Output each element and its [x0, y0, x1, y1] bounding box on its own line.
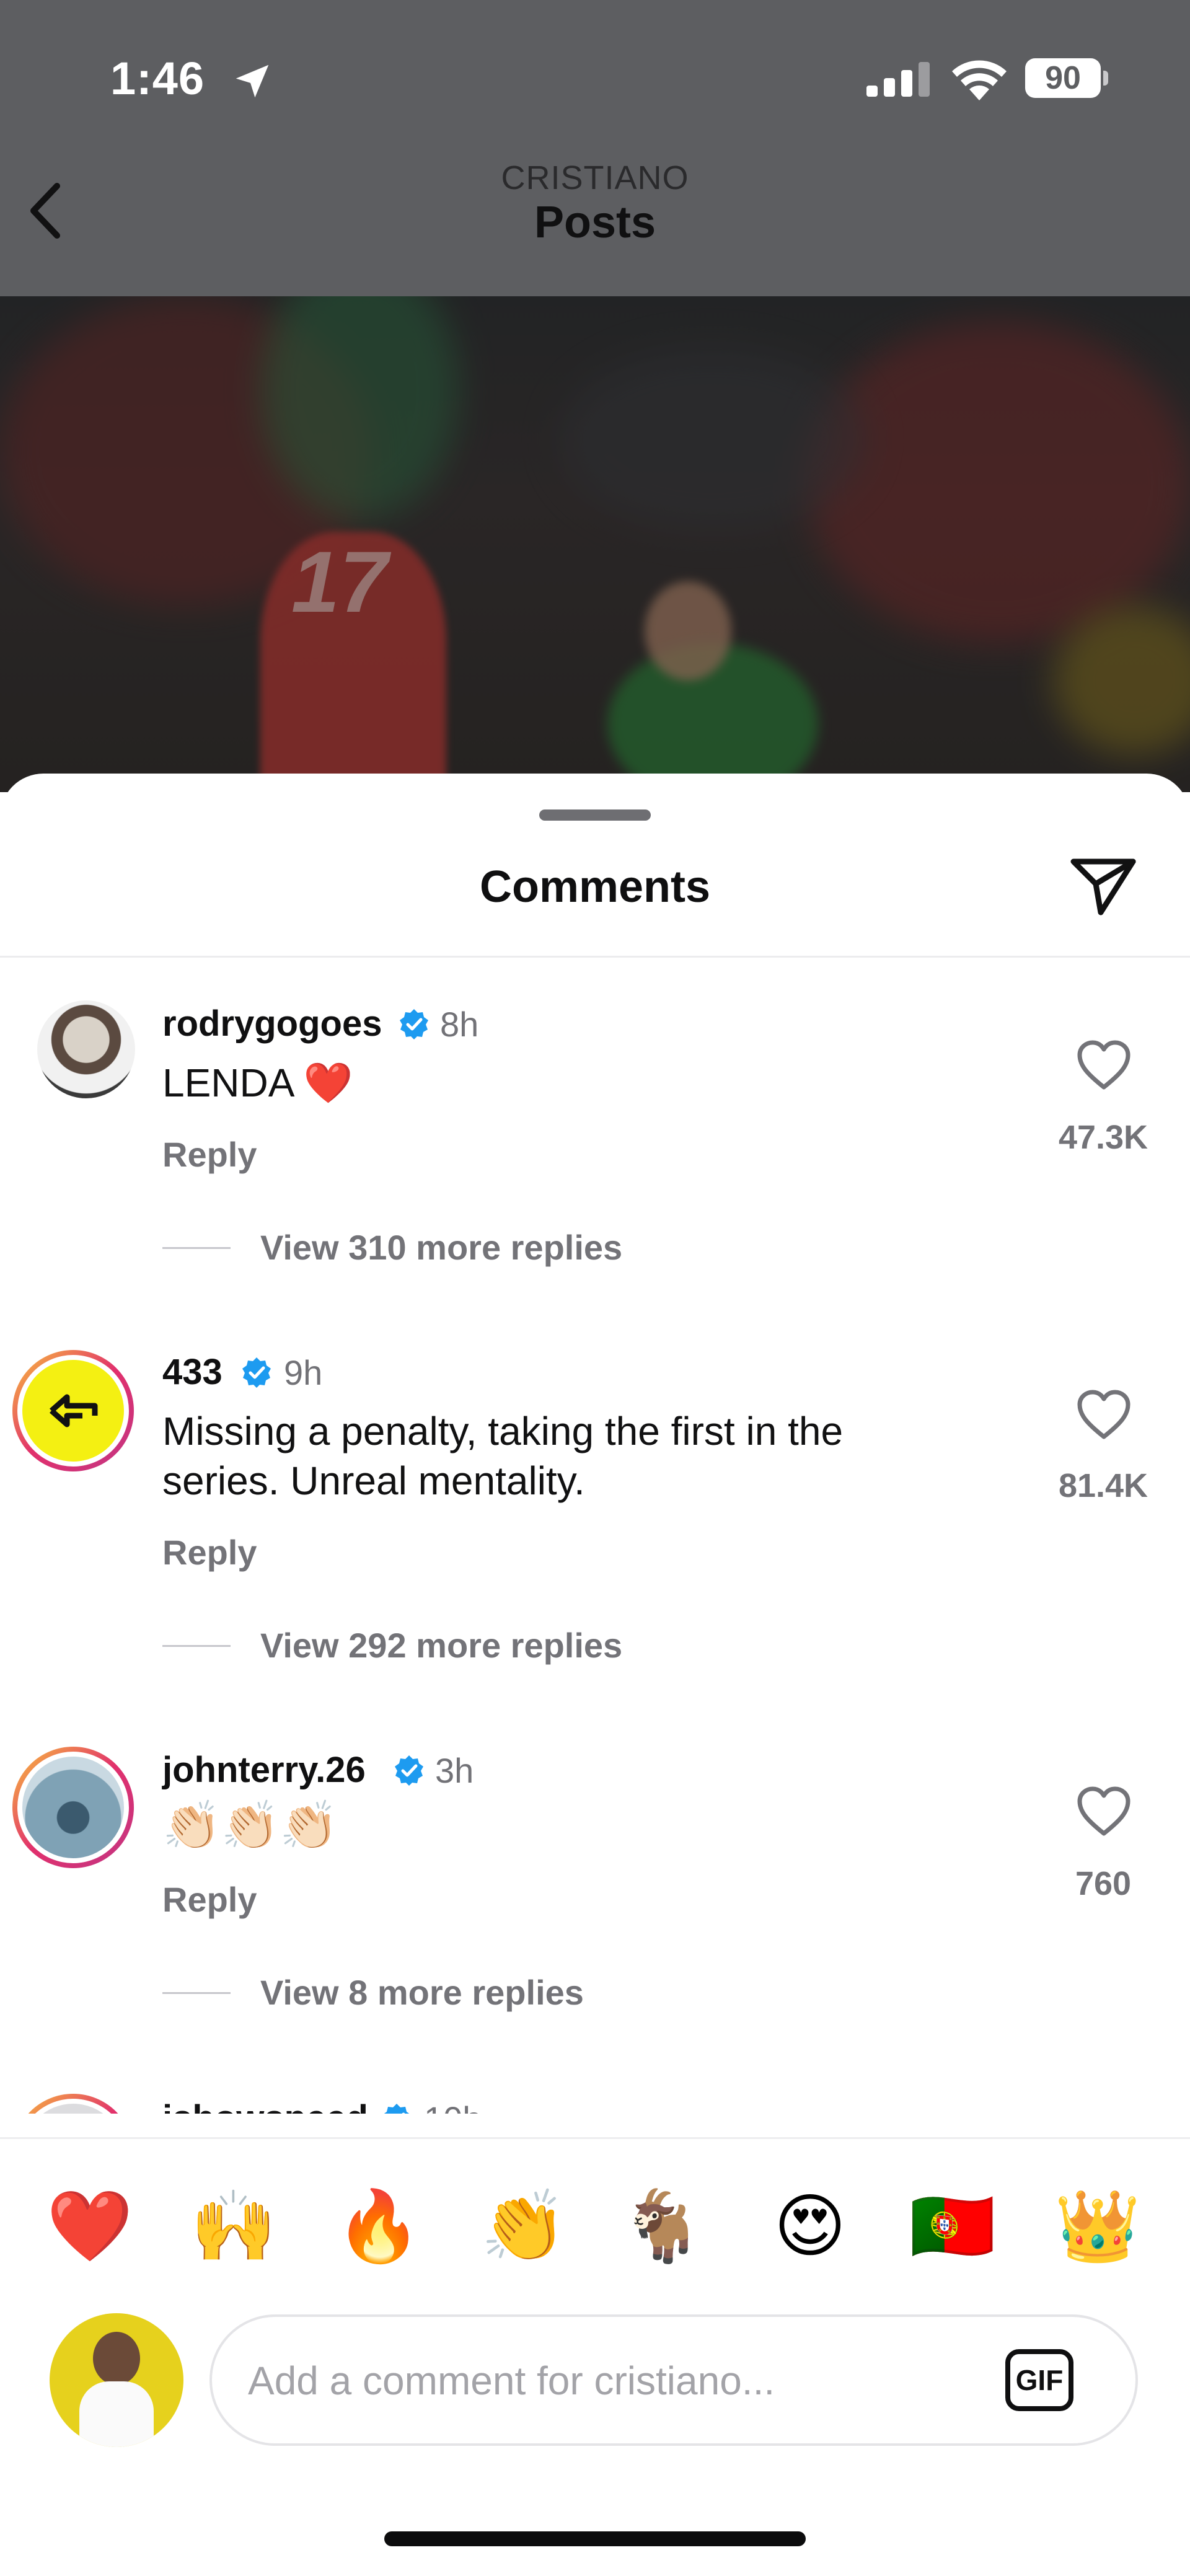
brand-logo-icon	[50, 1394, 98, 1427]
quick-emoji-fire[interactable]: 🔥	[326, 2189, 431, 2264]
battery-indicator: 90	[1025, 58, 1109, 98]
reply-button[interactable]: Reply	[162, 1134, 257, 1175]
home-indicator[interactable]	[384, 2531, 806, 2546]
view-replies-divider	[162, 1247, 231, 1249]
list-clip-mask	[0, 2114, 1190, 2137]
verified-badge-icon	[242, 1357, 271, 1388]
location-arrow-icon	[236, 64, 269, 98]
nav-account-subtitle: CRISTIANO	[501, 159, 689, 196]
gif-button[interactable]: GIF	[1005, 2349, 1073, 2411]
post-photo: 17	[0, 296, 1190, 792]
like-heart-icon[interactable]	[1076, 1388, 1132, 1440]
quick-emoji-heart-eyes[interactable]: 😍	[757, 2189, 863, 2264]
comment-text-line: series. Unreal mentality.	[162, 1458, 585, 1503]
share-send-icon[interactable]	[1069, 855, 1138, 917]
emoji-bar-divider	[0, 2137, 1190, 2139]
sheet-drag-handle[interactable]	[539, 809, 651, 821]
sheet-header-divider	[0, 956, 1190, 958]
comment-text: LENDA ❤️	[162, 1061, 353, 1105]
like-count: 81.4K	[1058, 1467, 1148, 1504]
status-time: 1:46	[110, 53, 205, 104]
comment-username[interactable]: 433	[162, 1351, 223, 1393]
quick-emoji-clap[interactable]: 👏	[471, 2189, 576, 2264]
like-heart-icon[interactable]	[1076, 1785, 1132, 1837]
comment-time: 9h	[284, 1353, 323, 1392]
quick-emoji-crown[interactable]: 👑	[1045, 2189, 1150, 2264]
comment-text-line: Missing a penalty, taking the first in t…	[162, 1409, 844, 1453]
quick-emoji-portugal-flag[interactable]: 🇵🇹	[900, 2189, 1005, 2264]
photo-dim-overlay	[0, 296, 1190, 792]
comment-text: 👏🏻👏🏻👏🏻	[162, 1797, 338, 1853]
view-replies-button[interactable]: View 8 more replies	[260, 1972, 584, 2013]
quick-emoji-raised-hands[interactable]: 🙌	[181, 2189, 286, 2264]
current-user-avatar	[50, 2313, 183, 2447]
quick-emoji-heart[interactable]: ❤️	[37, 2189, 143, 2264]
nav-page-title: Posts	[534, 198, 656, 247]
comment-time: 3h	[435, 1751, 474, 1790]
comment-username[interactable]: rodrygogoes	[162, 1003, 382, 1044]
verified-badge-icon	[395, 1755, 423, 1786]
avatar[interactable]	[12, 1350, 134, 1471]
like-heart-icon[interactable]	[1076, 1039, 1132, 1091]
battery-level-text: 90	[1025, 58, 1101, 98]
wifi-icon	[952, 60, 1007, 100]
avatar[interactable]	[12, 1747, 134, 1868]
view-replies-divider	[162, 1645, 231, 1647]
comment-username[interactable]: johnterry.26	[162, 1749, 366, 1791]
view-replies-button[interactable]: View 310 more replies	[260, 1227, 622, 1268]
comments-title: Comments	[479, 862, 711, 912]
cellular-signal-icon	[866, 62, 930, 97]
reply-button[interactable]: Reply	[162, 1879, 257, 1920]
avatar[interactable]	[37, 1000, 135, 1098]
header-dimmed-background	[0, 0, 1190, 296]
view-replies-button[interactable]: View 292 more replies	[260, 1625, 622, 1665]
quick-emoji-goat[interactable]: 🐐	[610, 2189, 715, 2264]
verified-badge-icon	[400, 1009, 428, 1039]
like-count: 760	[1075, 1865, 1132, 1902]
battery-tip	[1103, 71, 1108, 86]
comment-input-placeholder[interactable]: Add a comment for cristiano...	[248, 2358, 775, 2404]
view-replies-divider	[162, 1992, 231, 1994]
comment-time: 8h	[440, 1005, 479, 1044]
reply-button[interactable]: Reply	[162, 1532, 257, 1573]
like-count: 47.3K	[1058, 1119, 1148, 1156]
